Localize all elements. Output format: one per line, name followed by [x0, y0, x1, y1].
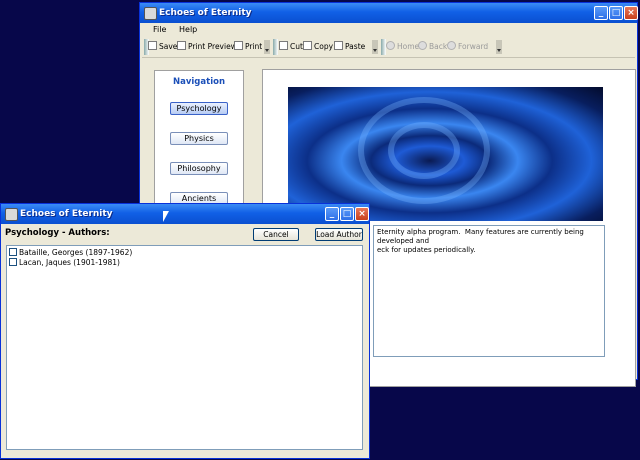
mouse-pointer-icon	[163, 211, 169, 222]
authors-dialog: Echoes of Eternity _ □ × Psychology - Au…	[0, 203, 370, 459]
menu-file[interactable]: File	[153, 25, 166, 34]
swirl-decoration	[388, 122, 460, 179]
author-label: Lacan, Jaques (1901-1981)	[19, 258, 120, 267]
dialog-title: Echoes of Eternity	[20, 209, 113, 219]
back-arrow-icon	[418, 41, 427, 50]
forward-button[interactable]: Forward	[447, 41, 488, 53]
forward-arrow-icon	[447, 41, 456, 50]
printer-icon	[234, 41, 243, 50]
toolbar: Save Print Preview Print Cut Copy Paste …	[142, 37, 635, 58]
maximize-icon[interactable]: □	[609, 6, 623, 20]
menubar: File Help	[142, 23, 635, 37]
close-icon[interactable]: ×	[355, 207, 369, 221]
toolbar-overflow-chevron[interactable]	[264, 40, 270, 54]
cancel-button[interactable]: Cancel	[253, 228, 299, 241]
navigation-title: Navigation	[173, 77, 225, 87]
close-icon[interactable]: ×	[624, 6, 638, 20]
dialog-heading: Psychology - Authors:	[5, 228, 110, 238]
main-window-title: Echoes of Eternity	[159, 8, 252, 18]
back-button[interactable]: Back	[418, 41, 447, 53]
cut-button[interactable]: Cut	[279, 41, 303, 53]
author-label: Bataille, Georges (1897-1962)	[19, 248, 133, 257]
authors-list: Bataille, Georges (1897-1962) Lacan, Jaq…	[6, 245, 363, 450]
toolbar-grip[interactable]	[273, 39, 278, 55]
scissors-icon	[279, 41, 288, 50]
toolbar-overflow-chevron[interactable]	[496, 40, 502, 54]
maximize-icon[interactable]: □	[340, 207, 354, 221]
paste-icon	[334, 41, 343, 50]
app-icon	[144, 7, 157, 20]
print-preview-icon	[177, 41, 186, 50]
author-checkbox[interactable]	[9, 258, 17, 266]
nav-psychology-button[interactable]: Psychology	[170, 102, 228, 115]
author-checkbox[interactable]	[9, 248, 17, 256]
nav-physics-button[interactable]: Physics	[170, 132, 228, 145]
main-titlebar[interactable]: Echoes of Eternity _ □ ×	[140, 3, 638, 23]
navigation-panel: Navigation Psychology Physics Philosophy…	[154, 70, 244, 220]
minimize-icon[interactable]: _	[325, 207, 339, 221]
copy-button[interactable]: Copy	[303, 41, 333, 53]
menu-help[interactable]: Help	[179, 25, 197, 34]
copy-icon	[303, 41, 312, 50]
dialog-titlebar[interactable]: Echoes of Eternity _ □ ×	[1, 204, 369, 224]
print-button[interactable]: Print	[234, 41, 262, 53]
list-item: Lacan, Jaques (1901-1981)	[9, 258, 120, 268]
message-text-area[interactable]: Eternity alpha program. Many features ar…	[373, 225, 605, 357]
paste-button[interactable]: Paste	[334, 41, 365, 53]
print-preview-button[interactable]: Print Preview	[177, 41, 237, 53]
list-item: Bataille, Georges (1897-1962)	[9, 248, 132, 258]
save-button[interactable]: Save	[148, 41, 177, 53]
app-icon	[5, 208, 18, 221]
hero-image	[288, 87, 603, 221]
nav-philosophy-button[interactable]: Philosophy	[170, 162, 228, 175]
minimize-icon[interactable]: _	[594, 6, 608, 20]
load-author-button[interactable]: Load Author	[315, 228, 363, 241]
toolbar-overflow-chevron[interactable]	[372, 40, 378, 54]
home-button[interactable]: Home	[386, 41, 419, 53]
save-icon	[148, 41, 157, 50]
home-icon	[386, 41, 395, 50]
